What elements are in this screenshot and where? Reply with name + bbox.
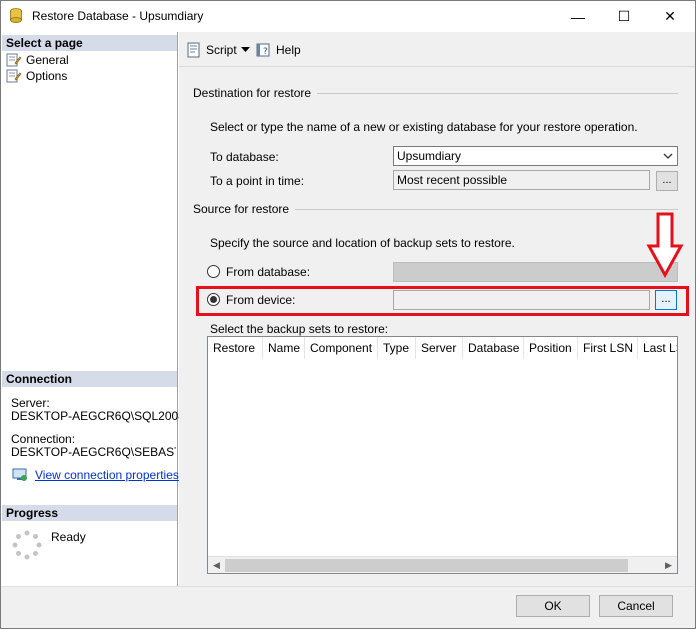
progress-spinner-icon: [12, 530, 42, 560]
connection-header: Connection: [2, 371, 177, 387]
script-icon: [187, 42, 200, 58]
column-header[interactable]: Type: [378, 337, 416, 359]
page-wrench-icon: [6, 53, 22, 67]
connection-label: Connection:: [11, 432, 76, 446]
server-value: DESKTOP-AEGCR6Q\SQL2008: [11, 409, 185, 423]
column-header[interactable]: Position: [524, 337, 578, 359]
backup-sets-grid[interactable]: Restore Name Component Type Server Datab…: [207, 336, 678, 574]
connection-value: DESKTOP-AEGCR6Q\SEBASTIA: [11, 445, 176, 459]
page-item-general[interactable]: General: [6, 52, 69, 68]
database-icon: [10, 8, 22, 23]
view-connection-properties-link[interactable]: View connection properties: [35, 468, 179, 482]
column-header[interactable]: Database: [463, 337, 524, 359]
point-in-time-field: Most recent possible: [393, 170, 650, 190]
chevron-down-icon: [663, 153, 673, 159]
column-header[interactable]: Component: [305, 337, 378, 359]
minimize-button[interactable]: —: [555, 1, 601, 32]
page-item-label: General: [26, 53, 69, 67]
column-header[interactable]: Server: [416, 337, 463, 359]
source-instructions: Specify the source and location of backu…: [210, 236, 515, 250]
help-label: Help: [276, 43, 301, 57]
svg-text:?: ?: [263, 47, 268, 57]
column-header[interactable]: Last LSN: [638, 337, 677, 359]
page-item-options[interactable]: Options: [6, 68, 67, 84]
server-label: Server:: [11, 396, 50, 410]
source-section-label: Source for restore: [193, 202, 296, 216]
select-page-header: Select a page: [2, 35, 177, 51]
column-header[interactable]: Name: [263, 337, 305, 359]
from-database-radio[interactable]: [207, 265, 220, 278]
window-title: Restore Database - Upsumdiary: [32, 9, 204, 23]
page-item-label: Options: [26, 69, 68, 83]
to-database-value: Upsumdiary: [397, 149, 462, 163]
down-arrow-annotation-icon: [646, 212, 684, 278]
script-label: Script: [206, 43, 237, 57]
maximize-icon: ☐: [617, 8, 631, 24]
to-database-combobox[interactable]: Upsumdiary: [393, 146, 678, 166]
page-wrench-icon: [6, 69, 22, 83]
maximize-button[interactable]: ☐: [601, 1, 647, 32]
script-button[interactable]: Script: [186, 41, 237, 59]
highlight-box: [196, 286, 689, 316]
column-header[interactable]: Restore: [208, 337, 263, 359]
dialog-footer: [1, 586, 695, 628]
point-in-time-label: To a point in time:: [210, 174, 305, 188]
ok-button[interactable]: OK: [516, 595, 590, 617]
progress-status: Ready: [51, 530, 86, 544]
to-database-label: To database:: [210, 150, 279, 164]
destination-instructions: Select or type the name of a new or exis…: [210, 120, 638, 134]
scroll-left-icon[interactable]: ◀: [208, 557, 225, 574]
help-book-icon: ?: [256, 43, 270, 57]
help-button[interactable]: ? Help: [256, 41, 301, 59]
connection-properties-icon: [12, 468, 27, 481]
destination-section-label: Destination for restore: [193, 86, 318, 100]
left-pane: [1, 32, 178, 586]
scroll-right-icon[interactable]: ▶: [660, 557, 677, 574]
from-database-label: From database:: [226, 265, 311, 279]
column-header[interactable]: First LSN: [578, 337, 638, 359]
close-icon: ✕: [664, 8, 676, 24]
from-database-combobox: [393, 262, 678, 282]
backup-sets-label: Select the backup sets to restore:: [210, 322, 389, 336]
scrollbar-thumb[interactable]: [225, 559, 628, 572]
script-dropdown-chevron-icon[interactable]: [241, 47, 250, 53]
cancel-button[interactable]: Cancel: [599, 595, 673, 617]
close-button[interactable]: ✕: [647, 1, 693, 32]
minimize-icon: —: [571, 8, 585, 25]
point-in-time-browse-button[interactable]: ...: [656, 171, 678, 191]
progress-header: Progress: [2, 505, 177, 521]
horizontal-scrollbar[interactable]: ◀ ▶: [208, 556, 677, 573]
